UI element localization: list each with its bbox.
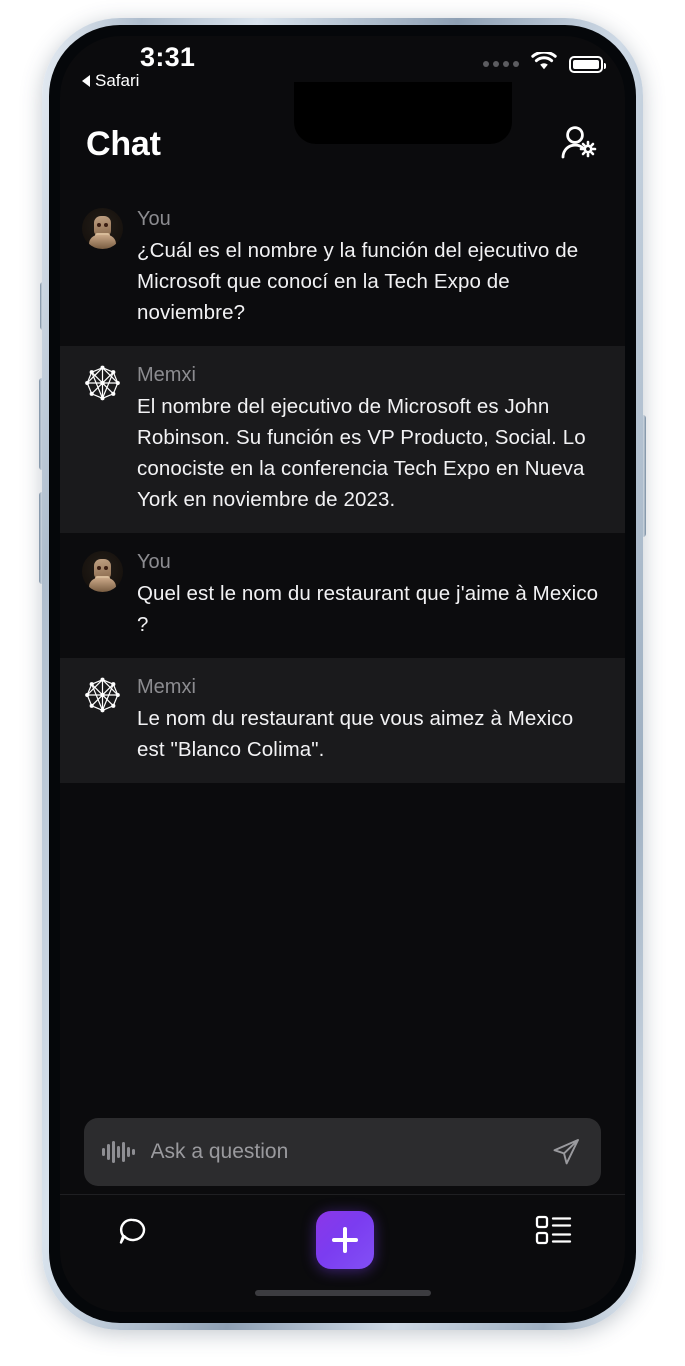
wifi-icon [531, 50, 557, 76]
home-indicator[interactable] [254, 1290, 431, 1296]
message-row-user: You ¿Cuál es el nombre y la función del … [60, 190, 625, 346]
list-grid-icon [535, 1215, 572, 1245]
message-text: Quel est le nom du restaurant que j'aime… [137, 582, 599, 636]
battery-full-icon [569, 55, 606, 73]
phone-screen: 3:31 Safari Chat You ¿Cuál es el nombre … [60, 36, 625, 1312]
message-row-assistant: Memxi Le nom du restaurant que vous aime… [60, 658, 625, 783]
phone-bezel: 3:31 Safari Chat You ¿Cuál es el nombre … [49, 25, 636, 1323]
page-title: Chat [86, 124, 161, 163]
message-text: Le nom du restaurant que vous aimez à Me… [137, 707, 574, 761]
triangle-left-icon [82, 75, 90, 87]
message-list[interactable]: You ¿Cuál es el nombre y la función del … [60, 190, 625, 1110]
user-avatar [82, 208, 123, 249]
composer [60, 1118, 625, 1186]
status-bar: 3:31 Safari [60, 36, 625, 98]
tab-chat[interactable] [112, 1211, 154, 1253]
message-text: El nombre del ejecutivo de Microsoft es … [137, 395, 586, 511]
send-paper-plane-icon[interactable] [551, 1137, 581, 1167]
app-header: Chat [60, 98, 625, 190]
memxi-network-logo-icon [82, 676, 123, 717]
cellular-dots-icon [483, 61, 519, 67]
back-label: Safari [95, 71, 140, 90]
bottom-tab-bar [60, 1194, 625, 1312]
message-text: ¿Cuál es el nombre y la función del ejec… [137, 239, 579, 324]
back-to-safari-link[interactable]: Safari [82, 71, 139, 91]
waveform-icon[interactable] [102, 1140, 135, 1164]
message-row-assistant: Memxi El nombre del ejecutivo de Microso… [60, 346, 625, 533]
user-avatar [82, 551, 123, 592]
message-sender: You [137, 551, 171, 573]
memxi-network-logo-icon [82, 364, 123, 405]
phone-frame: 3:31 Safari Chat You ¿Cuál es el nombre … [42, 18, 643, 1330]
message-sender: You [137, 208, 171, 230]
person-gear-icon[interactable] [557, 124, 601, 164]
search-input[interactable] [150, 1140, 535, 1164]
status-time: 3:31 [140, 42, 196, 72]
status-indicators [483, 50, 606, 76]
tab-library[interactable] [535, 1211, 573, 1249]
message-sender: Memxi [137, 364, 196, 386]
add-button[interactable] [315, 1211, 374, 1269]
screenshot-stage: 3:31 Safari Chat You ¿Cuál es el nombre … [0, 0, 685, 1366]
message-sender: Memxi [137, 676, 196, 698]
chat-bubble-icon [119, 1218, 146, 1244]
plus-icon [331, 1227, 358, 1253]
message-row-user: You Quel est le nom du restaurant que j'… [60, 533, 625, 658]
